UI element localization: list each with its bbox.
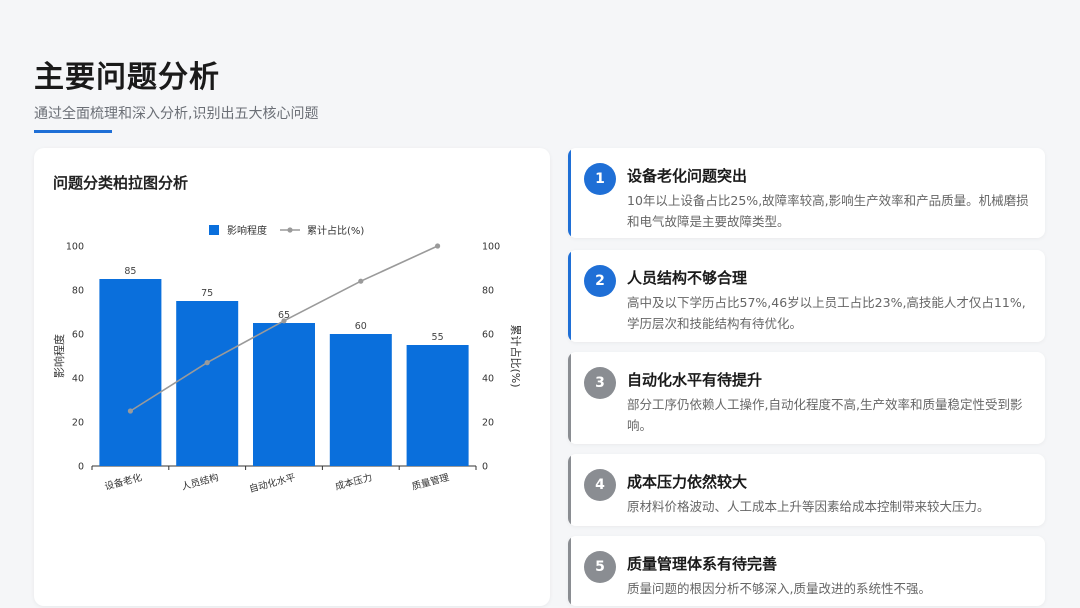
- cumulative-point: [281, 318, 287, 324]
- y-right-tick-label: 80: [482, 286, 494, 297]
- y-axis-title: 影响程度: [52, 334, 66, 378]
- x-tick-label: 质量管理: [411, 471, 451, 493]
- issue-title: 人员结构不够合理: [627, 269, 748, 287]
- issue-accent-bar: [568, 148, 571, 238]
- issue-accent-bar: [568, 352, 571, 444]
- issue-card: 4 成本压力依然较大原材料价格波动、人工成本上升等因素给成本控制带来较大压力。: [568, 454, 1045, 526]
- legend-bar-label: 影响程度: [227, 224, 267, 237]
- x-tick-label: 设备老化: [103, 471, 143, 493]
- issue-number-badge: 1: [584, 163, 616, 195]
- issue-card: 5 质量管理体系有待完善质量问题的根因分析不够深入,质量改进的系统性不强。: [568, 536, 1045, 606]
- x-tick-label: 人员结构: [180, 471, 220, 492]
- bar: [406, 345, 469, 466]
- y-right-tick-label: 100: [482, 242, 500, 253]
- cumulative-point: [435, 243, 441, 249]
- legend-line-marker: [287, 227, 293, 233]
- legend-line-label: 累计占比(%): [307, 224, 364, 237]
- issue-description: 原材料价格波动、人工成本上升等因素给成本控制带来较大压力。: [627, 499, 990, 514]
- y-tick-label: 80: [72, 286, 84, 297]
- title-underline: [34, 130, 112, 133]
- issue-card: 2 人员结构不够合理高中及以下学历占比57%,46岁以上员工占比23%,高技能人才…: [568, 250, 1045, 342]
- issue-number-badge: 5: [584, 551, 616, 583]
- y-tick-label: 100: [66, 242, 84, 253]
- bar: [253, 323, 315, 466]
- x-tick-label: 自动化水平: [248, 471, 297, 495]
- y-right-tick-label: 20: [482, 418, 494, 429]
- bar-value-label: 75: [201, 288, 213, 299]
- issue-description: 部分工序仍依赖人工操作,自动化程度不高,生产效率和质量稳定性受到影响。: [627, 397, 1023, 433]
- y-right-tick-label: 0: [482, 462, 488, 473]
- y-tick-label: 40: [72, 374, 84, 385]
- page-subtitle: 通过全面梳理和深入分析,识别出五大核心问题: [34, 106, 319, 122]
- bar-value-label: 60: [355, 321, 367, 332]
- issue-number-badge: 3: [584, 367, 616, 399]
- x-tick-label: 成本压力: [334, 471, 374, 492]
- issue-accent-bar: [568, 454, 571, 526]
- issue-number-badge: 4: [584, 469, 616, 501]
- issue-accent-bar: [568, 250, 571, 342]
- bar: [329, 334, 392, 466]
- issue-title: 自动化水平有待提升: [627, 371, 763, 389]
- bar-value-label: 55: [432, 332, 444, 343]
- cumulative-point: [358, 278, 364, 284]
- y-tick-label: 60: [72, 330, 84, 341]
- y-tick-label: 20: [72, 418, 84, 429]
- y-tick-label: 0: [78, 462, 84, 473]
- chart-card: 问题分类柏拉图分析 0 20 40 60 80 100 0 20 40 60 80 100 影响程度 累计…: [34, 148, 550, 606]
- issue-title: 设备老化问题突出: [627, 167, 748, 185]
- y-right-tick-label: 40: [482, 374, 494, 385]
- cumulative-point: [127, 408, 133, 414]
- y-right-tick-label: 60: [482, 330, 494, 341]
- bar: [99, 279, 162, 466]
- bar-value-label: 85: [124, 266, 136, 277]
- issue-number-badge: 2: [584, 265, 616, 297]
- page-title: 主要问题分析: [34, 60, 220, 95]
- issue-card: 1 设备老化问题突出 10年以上设备占比25%,故障率较高,影响生产效率和产品质量。…: [568, 148, 1045, 238]
- issue-card: 3 自动化水平有待提升部分工序仍依赖人工操作,自动化程度不高,生产效率和质量稳定性…: [568, 352, 1045, 444]
- issue-accent-bar: [568, 536, 571, 606]
- cumulative-point: [204, 360, 210, 366]
- issue-description: 质量问题的根因分析不够深入,质量改进的系统性不强。: [627, 581, 931, 596]
- issue-description: 10年以上设备占比25%,故障率较高,影响生产效率和产品质量。机械磨损和电气故障…: [627, 193, 1029, 229]
- issue-title: 质量管理体系有待完善: [627, 555, 778, 573]
- pareto-chart: 020406080100020406080100影响程度 累计占比(%)85756…: [52, 224, 523, 495]
- issue-description: 高中及以下学历占比57%,46岁以上员工占比23%,高技能人才仅占11%,学历层…: [627, 295, 1026, 331]
- legend-bar-swatch: [209, 225, 219, 235]
- issue-title: 成本压力依然较大: [627, 473, 748, 491]
- y-axis-right-title: 累计占比(%): [509, 324, 523, 387]
- bar: [176, 301, 239, 466]
